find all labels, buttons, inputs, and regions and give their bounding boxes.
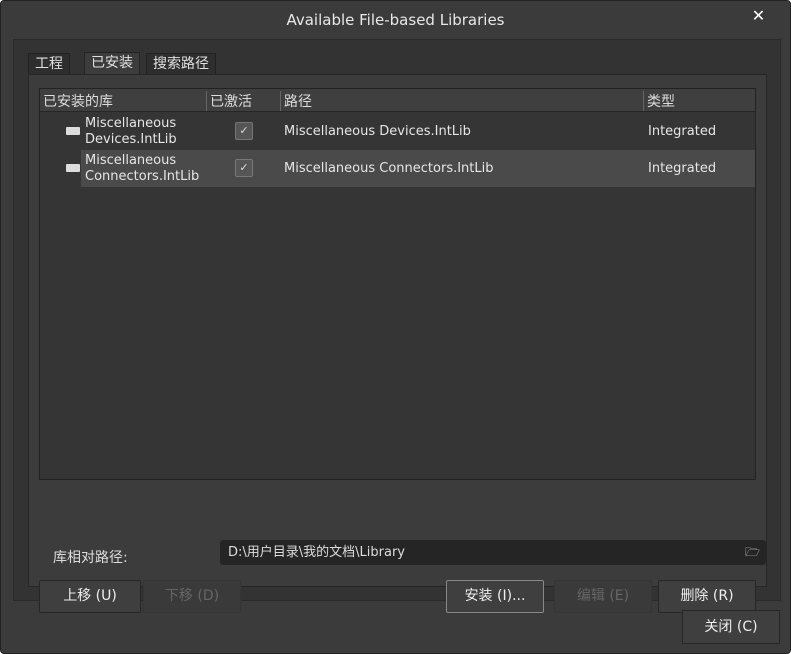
- active-checkbox[interactable]: ✓: [235, 159, 253, 177]
- library-type: Integrated: [648, 161, 717, 176]
- header-type[interactable]: 类型: [643, 91, 675, 111]
- main-panel: 工程 已安装 搜索路径 已安装的库 已激活 路径 类型 Miscellaneou…: [13, 39, 781, 613]
- window-title: Available File-based Libraries: [286, 11, 505, 29]
- close-icon[interactable]: ✕: [736, 4, 781, 29]
- table-row[interactable]: Miscellaneous Devices.IntLib ✓ Miscellane…: [40, 113, 755, 150]
- relative-path-label: 库相对路径:: [53, 550, 128, 566]
- library-name: Miscellaneous Devices.IntLib: [85, 116, 177, 147]
- folder-icon[interactable]: 🗁: [745, 540, 760, 565]
- move-up-button[interactable]: 上移 (U): [39, 580, 141, 613]
- header-active[interactable]: 已激活: [206, 91, 252, 111]
- tab-project[interactable]: 工程: [28, 53, 70, 74]
- relative-path-value: D:\用户目录\我的文档\Library: [228, 545, 405, 560]
- tab-content: 已安装的库 已激活 路径 类型 Miscellaneous Devices.Int…: [28, 74, 767, 613]
- library-icon: [66, 127, 80, 135]
- table-header: 已安装的库 已激活 路径 类型: [40, 89, 755, 112]
- tab-search-path[interactable]: 搜索路径: [146, 53, 216, 74]
- active-checkbox[interactable]: ✓: [235, 122, 253, 140]
- edit-button[interactable]: 编辑 (E): [554, 580, 652, 613]
- close-button[interactable]: 关闭 (C): [682, 610, 780, 644]
- remove-button[interactable]: 删除 (R): [658, 580, 756, 613]
- tab-installed[interactable]: 已安装: [84, 52, 140, 75]
- library-icon: [66, 164, 80, 172]
- relative-path-field[interactable]: D:\用户目录\我的文档\Library 🗁: [220, 540, 766, 565]
- dialog-window: Available File-based Libraries ✕ 工程 已安装 …: [0, 0, 791, 654]
- header-path[interactable]: 路径: [280, 91, 312, 111]
- header-installed-library[interactable]: 已安装的库: [40, 91, 113, 111]
- library-name: Miscellaneous Connectors.IntLib: [85, 153, 200, 184]
- install-button[interactable]: 安装 (I)...: [446, 580, 544, 613]
- library-path: Miscellaneous Connectors.IntLib: [284, 161, 494, 176]
- library-type: Integrated: [648, 124, 717, 139]
- library-path: Miscellaneous Devices.IntLib: [284, 124, 471, 139]
- table-row[interactable]: Miscellaneous Connectors.IntLib ✓ Miscell…: [40, 150, 755, 187]
- move-down-button[interactable]: 下移 (D): [143, 580, 241, 613]
- library-table: 已安装的库 已激活 路径 类型 Miscellaneous Devices.Int…: [39, 88, 756, 480]
